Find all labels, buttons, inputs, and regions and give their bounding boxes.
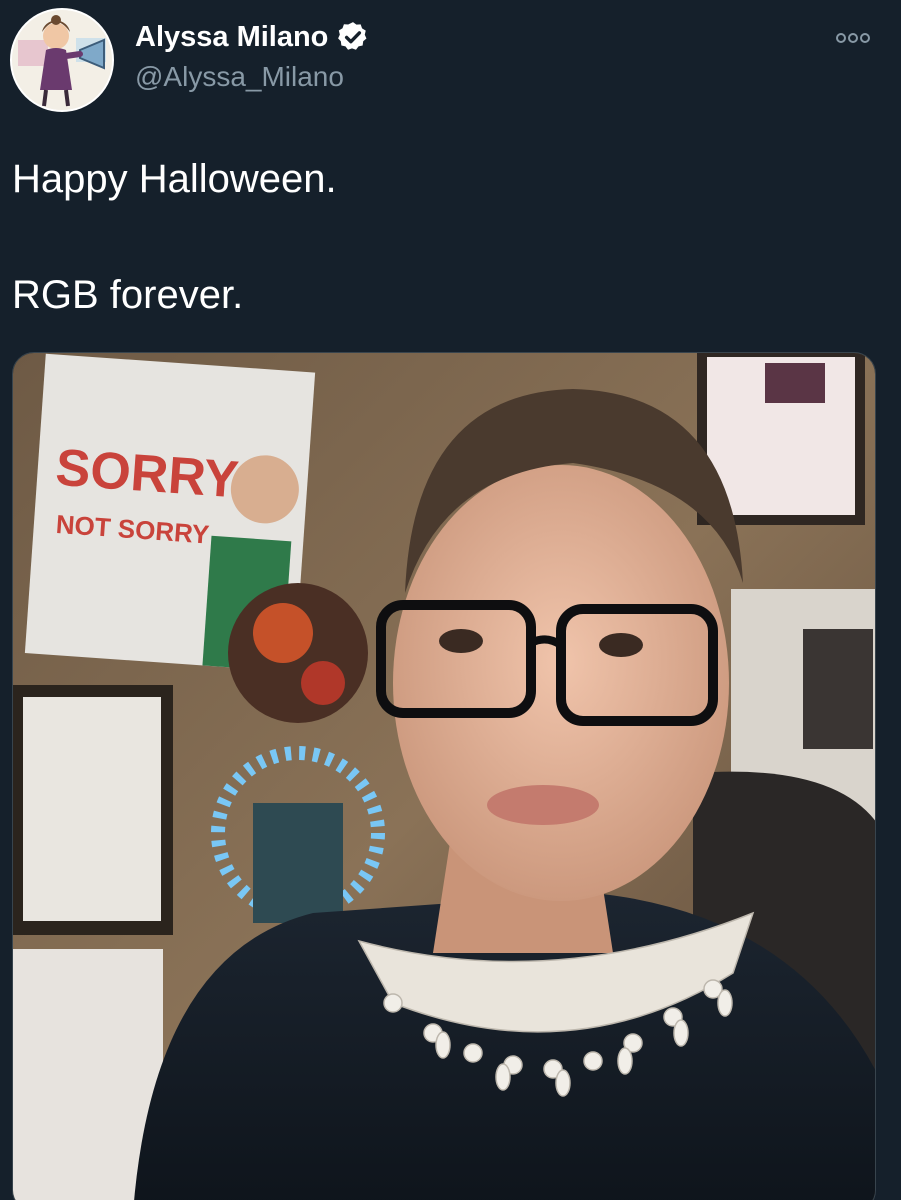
author-handle[interactable]: @Alyssa_Milano xyxy=(135,60,370,94)
display-name[interactable]: Alyssa Milano xyxy=(135,20,328,54)
tweet-header: Alyssa Milano @Alyssa_Milano xyxy=(10,8,891,112)
verified-badge-icon xyxy=(336,20,370,54)
author-identity: Alyssa Milano @Alyssa_Milano xyxy=(135,20,370,94)
caricature-avatar-icon xyxy=(12,10,112,110)
tweet-line: RGB forever. xyxy=(12,273,244,317)
name-row: Alyssa Milano xyxy=(135,20,370,54)
selfie-photo-icon: SORRY NOT SORRY xyxy=(13,353,875,1200)
tweet-card: Alyssa Milano @Alyssa_Milano Happy Hallo… xyxy=(0,0,901,1200)
tweet-line: Happy Halloween. xyxy=(12,157,337,201)
tweet-media-photo[interactable]: SORRY NOT SORRY xyxy=(12,352,876,1200)
tweet-text: Happy Halloween. RGB forever. xyxy=(12,150,337,324)
avatar[interactable] xyxy=(10,8,114,112)
more-options-icon[interactable] xyxy=(833,26,873,50)
